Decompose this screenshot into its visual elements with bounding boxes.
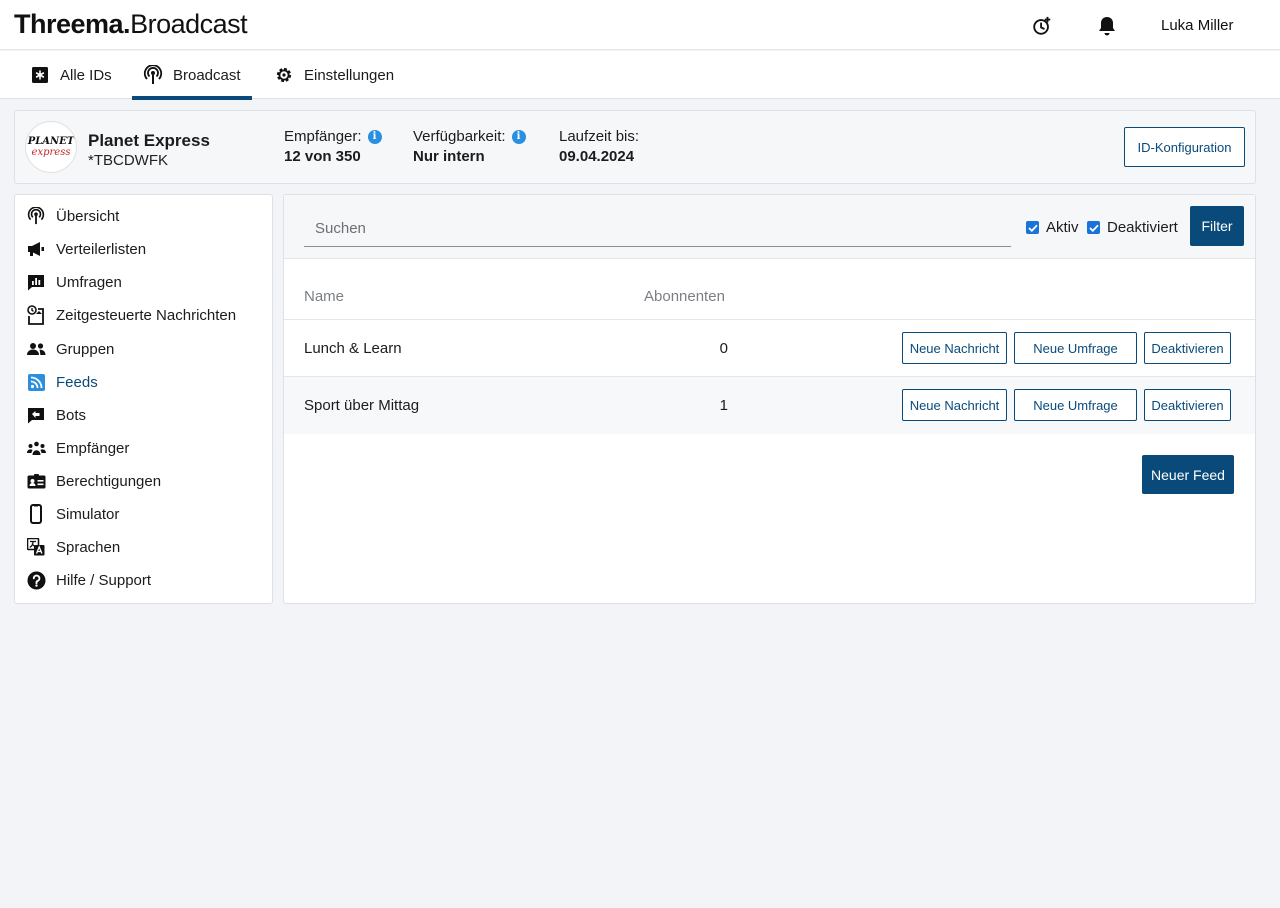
sidebar-item-gruppen[interactable]: Gruppen (15, 334, 272, 364)
id-name: Planet Express (88, 131, 210, 150)
scheduled-message-icon (26, 305, 46, 325)
bot-reply-icon (26, 405, 46, 425)
search-input[interactable] (304, 211, 1011, 247)
sidebar-item-simulator[interactable]: Simulator (15, 499, 272, 529)
translate-icon (26, 537, 46, 557)
tab-einstellungen[interactable]: Einstellungen (274, 51, 394, 99)
recipients-label: Empfänger: (284, 128, 362, 145)
sidebar-item-hilfe-support[interactable]: Hilfe / Support (15, 565, 272, 595)
bell-icon[interactable] (1095, 14, 1119, 38)
phone-icon (26, 504, 46, 524)
tab-label: Broadcast (173, 66, 241, 84)
feed-subscribers: 0 (719, 340, 728, 357)
availability-stat: Verfügbarkeit: i Nur intern (413, 128, 526, 165)
new-message-button[interactable]: Neue Nachricht (902, 332, 1007, 364)
id-configuration-button[interactable]: ID-Konfiguration (1124, 127, 1245, 167)
poll-icon (26, 272, 46, 292)
tab-alle-ids[interactable]: Alle IDs (30, 51, 112, 99)
tab-bar: Alle IDs Broadcast Einstellungen (0, 51, 1280, 100)
table-header: Name Abonnenten (284, 275, 1255, 320)
sidebar-item-berechtigungen[interactable]: Berechtigungen (15, 466, 272, 496)
runtime-stat: Laufzeit bis: 09.04.2024 (559, 128, 639, 165)
availability-value: Nur intern (413, 148, 485, 165)
app-logo[interactable]: Threema.Broadcast (14, 9, 248, 40)
filter-active-label: Aktiv (1046, 219, 1079, 236)
recipients-stat: Empfänger: i 12 von 350 (284, 128, 382, 165)
asterisk-box-icon (30, 65, 50, 85)
rss-icon (26, 372, 46, 392)
column-header-name[interactable]: Name (304, 288, 344, 305)
broadcast-icon (143, 65, 163, 85)
megaphone-icon (26, 239, 46, 259)
filter-deactivated-label: Deaktiviert (1107, 219, 1178, 236)
availability-label: Verfügbarkeit: (413, 128, 506, 145)
sidebar-item-bots[interactable]: Bots (15, 400, 272, 430)
new-message-button[interactable]: Neue Nachricht (902, 389, 1007, 421)
brand-name-light: Broadcast (130, 9, 248, 39)
id-summary-card: PLANET express Planet Express *TBCDWFK E… (14, 110, 1256, 184)
group-icon (26, 339, 46, 359)
filter-active-checkbox[interactable]: Aktiv (1026, 219, 1079, 236)
deactivate-button[interactable]: Deaktivieren (1144, 389, 1231, 421)
id-code: *TBCDWFK (88, 152, 168, 169)
new-poll-button[interactable]: Neue Umfrage (1014, 332, 1137, 364)
sidebar-item-zeitgesteuerte-nachrichten[interactable]: Zeitgesteuerte Nachrichten (15, 300, 272, 330)
runtime-label: Laufzeit bis: (559, 128, 640, 145)
new-feed-button[interactable]: Neuer Feed (1142, 455, 1234, 494)
recipients-value: 12 von 350 (284, 148, 361, 165)
sidebar-item-umfragen[interactable]: Umfragen (15, 267, 272, 297)
tab-label: Alle IDs (60, 66, 112, 84)
top-bar: Threema.Broadcast Luka Miller (0, 0, 1280, 50)
id-card-icon (26, 471, 46, 491)
filter-deactivated-checkbox[interactable]: Deaktiviert (1087, 219, 1178, 236)
feed-name: Lunch & Learn (304, 340, 402, 357)
planet-express-logo: PLANET express (25, 121, 77, 173)
info-icon[interactable]: i (511, 129, 526, 144)
timer-plus-icon[interactable] (1030, 14, 1054, 38)
broadcast-icon (26, 206, 46, 226)
sidebar-item-empfaenger[interactable]: Empfänger (15, 433, 272, 463)
sidebar-item-uebersicht[interactable]: Übersicht (15, 201, 272, 231)
table-row: Lunch & Learn 0 Neue Nachricht Neue Umfr… (284, 320, 1255, 377)
feeds-panel: Aktiv Deaktiviert Filter Name Abonnenten… (283, 194, 1256, 604)
search-toolbar: Aktiv Deaktiviert Filter (284, 195, 1255, 259)
feed-name: Sport über Mittag (304, 397, 420, 414)
sidebar-nav: Übersicht Verteilerlisten Umfragen Zeitg… (14, 194, 273, 604)
help-icon (26, 570, 46, 590)
checkbox-checked-icon[interactable] (1026, 221, 1039, 234)
filter-button[interactable]: Filter (1190, 206, 1244, 246)
sidebar-item-verteilerlisten[interactable]: Verteilerlisten (15, 234, 272, 264)
feed-subscribers: 1 (719, 397, 728, 414)
recipients-icon (26, 438, 46, 458)
info-icon[interactable]: i (367, 129, 382, 144)
sidebar-item-sprachen[interactable]: Sprachen (15, 532, 272, 562)
tab-label: Einstellungen (304, 66, 395, 84)
new-poll-button[interactable]: Neue Umfrage (1014, 389, 1137, 421)
gear-icon (274, 65, 294, 85)
column-header-subscribers[interactable]: Abonnenten (644, 288, 725, 305)
runtime-value: 09.04.2024 (559, 148, 635, 165)
tab-broadcast[interactable]: Broadcast (132, 51, 252, 100)
deactivate-button[interactable]: Deaktivieren (1144, 332, 1231, 364)
table-row: Sport über Mittag 1 Neue Nachricht Neue … (284, 377, 1255, 434)
user-name[interactable]: Luka Miller (1161, 17, 1234, 34)
sidebar-item-feeds[interactable]: Feeds (15, 367, 272, 397)
brand-name-bold: Threema. (14, 9, 131, 39)
checkbox-checked-icon[interactable] (1087, 221, 1100, 234)
